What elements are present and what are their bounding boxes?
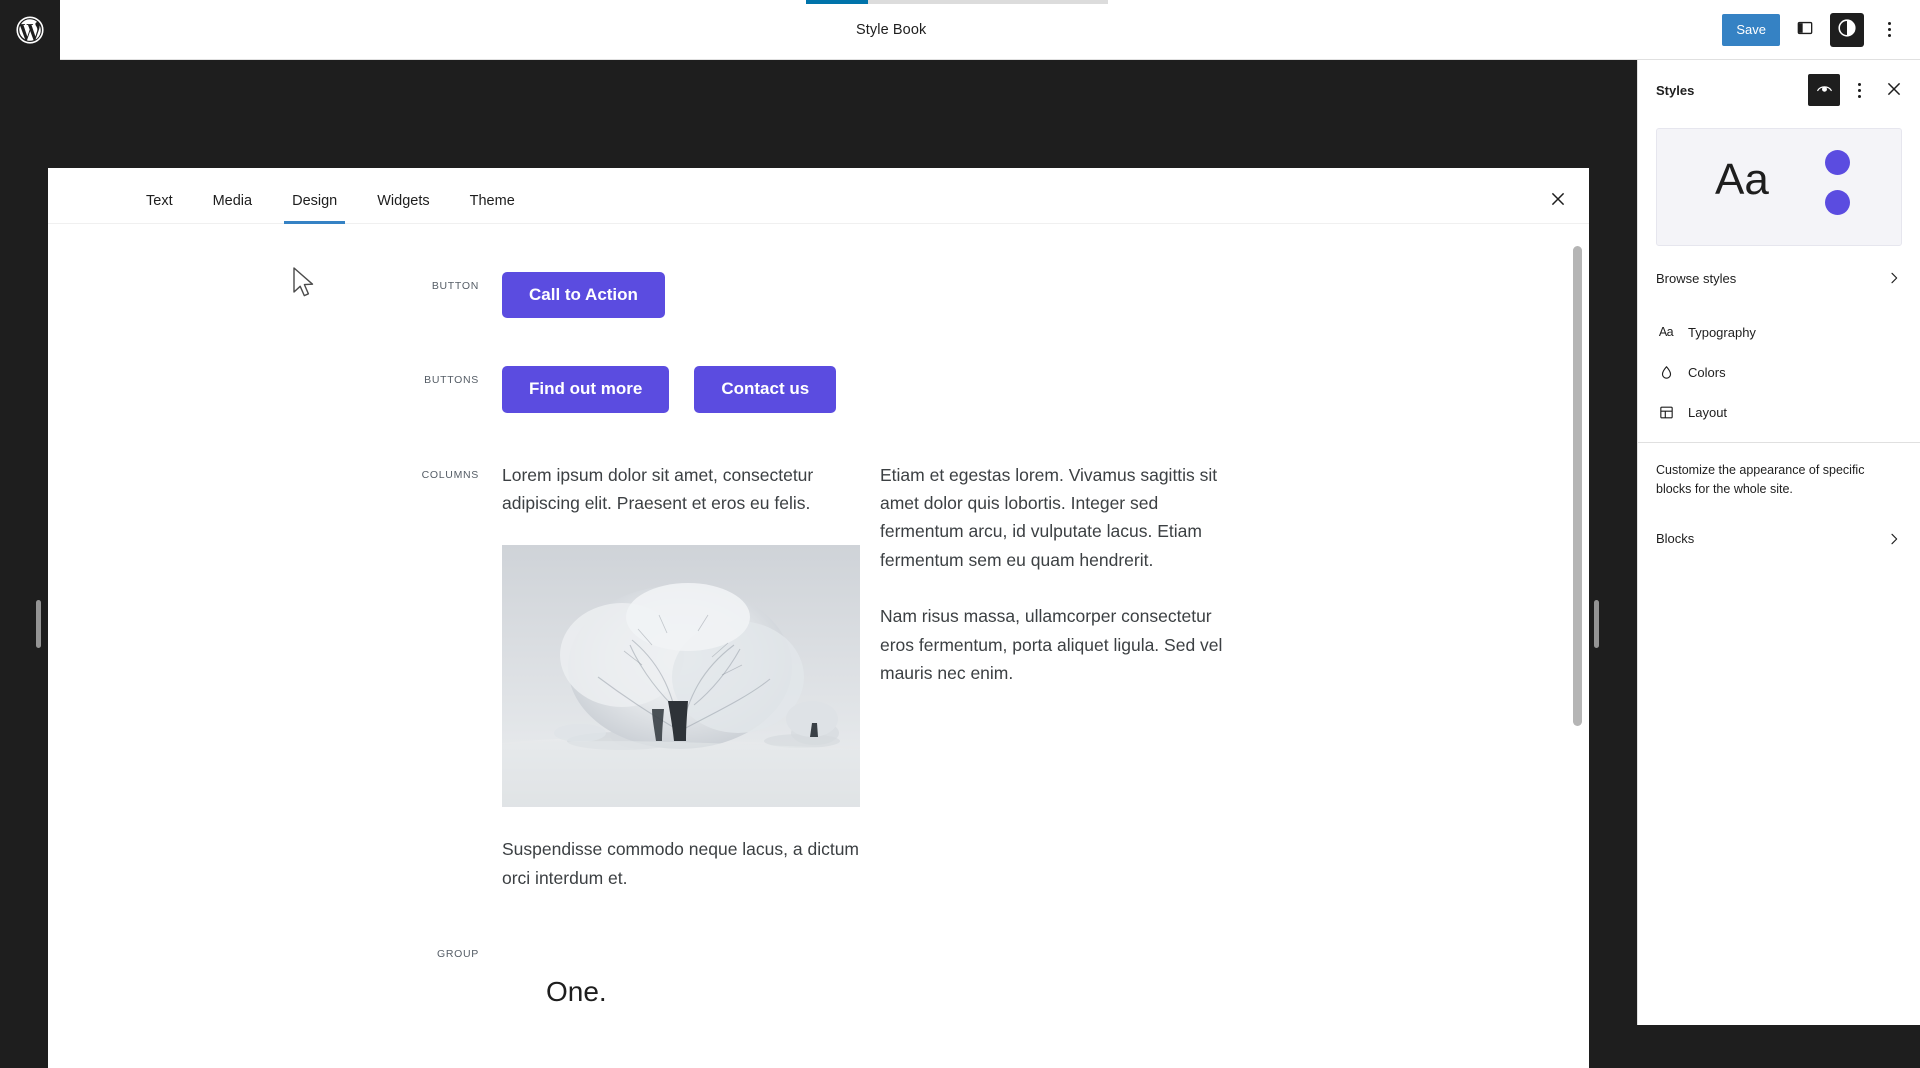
section-content-columns: Lorem ipsum dolor sit amet, consectetur …	[502, 461, 1558, 892]
style-preview-color-dot-1	[1825, 150, 1850, 175]
save-button[interactable]: Save	[1722, 13, 1780, 46]
tab-media[interactable]: Media	[193, 179, 273, 223]
styles-sidebar: Styles Aa Browse styles Aa Typography Co…	[1637, 60, 1920, 1025]
section-content-button: Call to Action	[502, 272, 1558, 319]
sidebar-panel-icon	[1795, 18, 1815, 41]
call-to-action-button[interactable]: Call to Action	[502, 272, 665, 319]
column-right: Etiam et egestas lorem. Vivamus sagittis…	[880, 461, 1237, 892]
wordpress-logo-button[interactable]	[0, 0, 60, 60]
styles-sidebar-header: Styles	[1638, 60, 1920, 120]
sidebar-item-typography[interactable]: Aa Typography	[1638, 312, 1920, 352]
styles-close-button[interactable]	[1878, 74, 1910, 106]
tab-text[interactable]: Text	[126, 179, 193, 223]
typography-label: Typography	[1688, 324, 1756, 340]
layout-label: Layout	[1688, 404, 1728, 420]
layout-grid-icon	[1656, 402, 1676, 422]
top-bar: Style Book Save	[0, 0, 1920, 60]
column-right-paragraph-1: Etiam et egestas lorem. Vivamus sagittis…	[880, 464, 1218, 570]
style-preview-card[interactable]: Aa	[1656, 128, 1902, 246]
style-book-tabs: Text Media Design Widgets Theme	[48, 168, 1589, 224]
sidebar-item-layout[interactable]: Layout	[1638, 392, 1920, 432]
blocks-label: Blocks	[1656, 531, 1695, 546]
section-label-group: GROUP	[436, 948, 479, 961]
close-icon	[1886, 81, 1902, 100]
typography-aa-icon: Aa	[1658, 325, 1674, 339]
kebab-menu-icon	[1887, 22, 1891, 25]
style-book-scroll-area: BUTTON Call to Action BUTTONS Find out m…	[48, 224, 1589, 1067]
loading-progress-fill	[806, 0, 868, 4]
chevron-right-icon	[1886, 270, 1902, 286]
section-content-group: One.	[502, 940, 1558, 1010]
resize-handle-right[interactable]	[1594, 600, 1599, 648]
style-section-button: BUTTON Call to Action	[48, 224, 1558, 319]
section-content-buttons: Find out more Contact us	[502, 366, 1558, 413]
column-left-paragraph-1: Lorem ipsum dolor sit amet, consectetur …	[502, 464, 814, 514]
column-left: Lorem ipsum dolor sit amet, consectetur …	[502, 461, 860, 892]
loading-progress-bar	[806, 0, 1108, 4]
columns-block: Lorem ipsum dolor sit amet, consectetur …	[502, 461, 1237, 892]
section-label-buttons: BUTTONS	[424, 374, 479, 387]
close-icon	[1550, 191, 1566, 212]
sidebar-panel-toggle-button[interactable]	[1788, 13, 1822, 47]
find-out-more-button[interactable]: Find out more	[502, 366, 670, 413]
editor-options-button[interactable]	[1872, 13, 1906, 47]
style-book-close-button[interactable]	[1541, 184, 1575, 218]
browse-styles-label: Browse styles	[1656, 270, 1737, 286]
style-section-buttons: BUTTONS Find out more Contact us	[48, 318, 1558, 413]
chevron-right-icon	[1886, 531, 1902, 547]
tab-widgets[interactable]: Widgets	[357, 179, 449, 223]
contact-us-button[interactable]: Contact us	[694, 366, 837, 413]
style-section-group: GROUP One.	[48, 892, 1558, 1010]
colors-label: Colors	[1688, 364, 1726, 380]
contrast-styles-icon	[1836, 17, 1858, 42]
styles-sidebar-title: Styles	[1656, 82, 1695, 98]
style-preview-color-dot-2	[1825, 190, 1850, 215]
style-book-scrollbar[interactable]	[1573, 246, 1582, 726]
sidebar-item-blocks[interactable]: Blocks	[1638, 519, 1920, 559]
style-preview-sample-text: Aa	[1715, 155, 1769, 204]
resize-handle-left[interactable]	[36, 600, 41, 648]
styles-options-button[interactable]	[1842, 73, 1876, 107]
sidebar-item-browse-styles[interactable]: Browse styles	[1638, 258, 1920, 298]
styles-menu-list: Browse styles Aa Typography Colors Layou…	[1638, 246, 1920, 559]
top-bar-actions: Save	[1722, 0, 1920, 60]
style-book-panel: Text Media Design Widgets Theme BUTTON C…	[48, 168, 1589, 1068]
menu-spacer	[1638, 298, 1920, 312]
column-right-paragraph-2: Nam risus massa, ullamcorper consectetur…	[880, 606, 1223, 683]
tab-design[interactable]: Design	[272, 179, 357, 224]
style-book-content: BUTTON Call to Action BUTTONS Find out m…	[48, 224, 1558, 1011]
menu-spacer-2	[1638, 499, 1920, 519]
blocks-description: Customize the appearance of specific blo…	[1656, 463, 1865, 496]
style-book-preview-button[interactable]	[1808, 74, 1840, 106]
snow-covered-tree-photo	[502, 545, 860, 808]
document-title-area: Style Book	[60, 0, 1722, 60]
editor-canvas: Text Media Design Widgets Theme BUTTON C…	[0, 60, 1637, 1068]
wordpress-logo-icon	[15, 15, 45, 45]
group-heading: One.	[546, 976, 607, 1008]
column-left-paragraph-2: Suspendisse commodo neque lacus, a dictu…	[502, 839, 860, 888]
section-label-button: BUTTON	[431, 280, 479, 292]
color-droplet-icon	[1656, 362, 1676, 382]
kebab-menu-icon	[1857, 82, 1861, 86]
tab-theme[interactable]: Theme	[450, 179, 535, 223]
page-title: Style Book	[856, 21, 927, 38]
style-section-columns: COLUMNS Lorem ipsum dolor sit amet, cons…	[48, 413, 1558, 892]
styles-toggle-button[interactable]	[1830, 12, 1864, 47]
group-block: One.	[502, 940, 1558, 1010]
section-label-columns: COLUMNS	[421, 468, 479, 481]
sidebar-item-colors[interactable]: Colors	[1638, 352, 1920, 392]
eye-preview-icon	[1815, 79, 1834, 101]
